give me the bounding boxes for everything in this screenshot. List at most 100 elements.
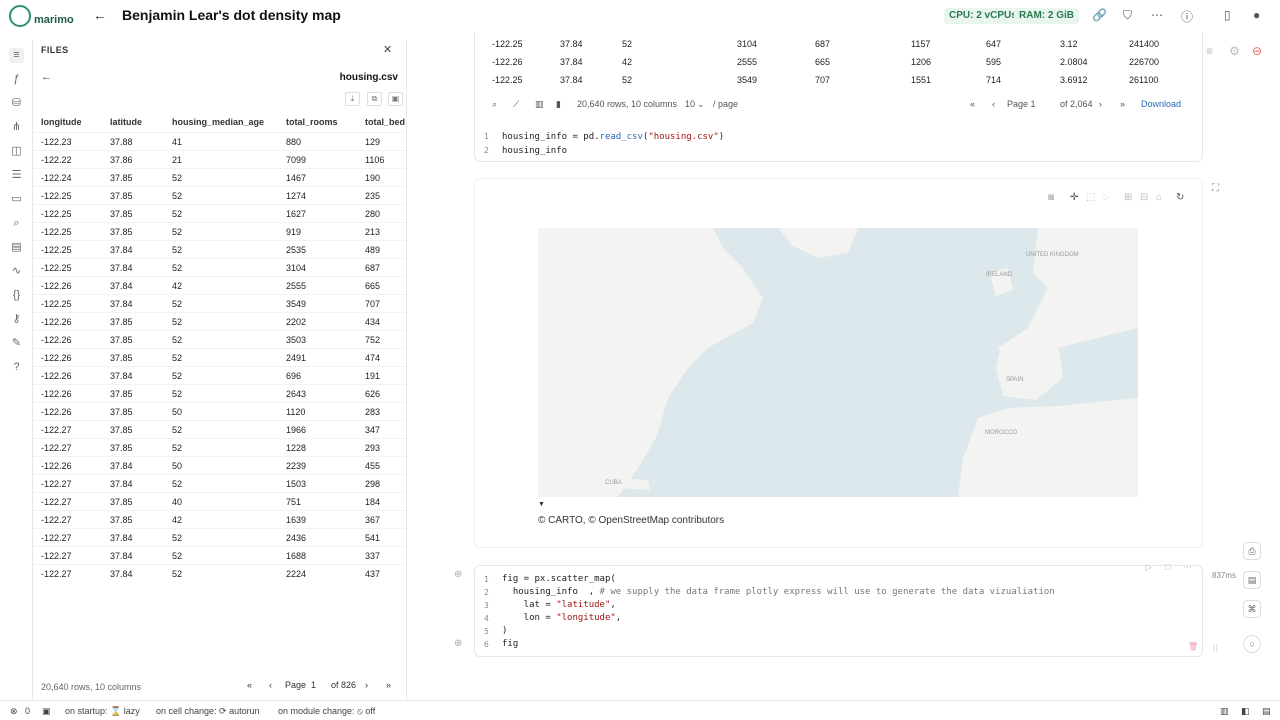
chevron-down-icon[interactable]: ⌄ [697,99,705,110]
table-row[interactable]: -122.26 37.84 52 696 191 [33,366,406,384]
last-page-icon[interactable]: » [1120,99,1125,109]
packages-icon[interactable]: ◫ [9,144,24,159]
page-input[interactable]: 1 [311,680,316,690]
info-icon[interactable]: ⓘ [1181,8,1193,25]
delete-icon[interactable]: ⊖ [1252,44,1262,58]
chat-icon[interactable]: ▭ [9,192,24,207]
stop-icon[interactable]: □ [1165,562,1170,572]
table-row[interactable]: -122.27 37.84 52 1503 298 [33,474,406,492]
bookmark-icon[interactable]: ▯ [1224,8,1231,22]
scratchpad-icon[interactable]: ✎ [9,336,24,351]
save-icon[interactable]: ⎙ [1243,542,1261,560]
column-header[interactable]: longitude [41,117,82,127]
table-row[interactable]: -122.25 37.84 52 3549 707 1551 714 3.6912 261100 [475,72,1204,90]
table-row[interactable]: -122.25 37.84 52 3104 687 [33,258,406,276]
back-arrow-icon[interactable]: ← [93,7,107,23]
column-header[interactable]: latitude [110,117,142,127]
table-row[interactable]: -122.25 37.84 52 3549 707 [33,294,406,312]
table-row[interactable]: -122.26 37.84 42 2555 665 [33,276,406,294]
table-row[interactable]: -122.27 37.85 40 751 184 [33,492,406,510]
sidebar-toggle-icon[interactable]: ▤ [1262,706,1271,717]
close-icon[interactable]: ✕ [383,43,392,56]
help-icon[interactable]: ? [9,360,24,375]
marimo-logo[interactable]: marimo [9,5,74,27]
code-line[interactable]: lat = "latitude", [502,600,616,610]
code-line[interactable]: fig = px.scatter_map( [502,574,616,584]
zoom-out-icon[interactable]: ⊟ [1140,192,1148,203]
table-row[interactable]: -122.26 37.85 52 2491 474 [33,348,406,366]
files-icon[interactable]: ≡ [9,48,24,63]
table-row[interactable]: -122.27 37.85 42 1639 367 [33,510,406,528]
table-row[interactable]: -122.25 37.84 52 2535 489 [33,240,406,258]
table-row[interactable]: -122.26 37.84 50 2239 455 [33,456,406,474]
first-page-icon[interactable]: « [970,99,975,109]
prev-page-icon[interactable]: ‹ [269,680,272,690]
table-row[interactable]: -122.22 37.86 21 7099 1106 [33,150,406,168]
pan-icon[interactable]: ✛ [1070,192,1078,203]
delete-icon[interactable]: 🗑 [1188,642,1198,651]
circle-icon[interactable]: ○ [1243,635,1261,653]
collapse-caret-icon[interactable]: ▼ [538,501,545,508]
code-cell[interactable]: 1 2 3 4 5 6 fig = px.scatter_map( housin… [474,562,1203,657]
table-row[interactable]: -122.26 37.85 50 1120 283 [33,402,406,420]
download-icon[interactable]: ⤓ [345,92,360,106]
column-header[interactable]: total_bed [365,117,405,127]
outline-icon[interactable]: ☰ [9,168,24,183]
reset-icon[interactable]: ↻ [1176,192,1184,203]
run-icon[interactable]: ▷ [1145,562,1152,573]
github-icon[interactable]: ● [1253,8,1260,22]
table-row[interactable]: -122.26 37.85 52 2643 626 [33,384,406,402]
column-header[interactable]: total_rooms [286,117,338,127]
variables-icon[interactable]: ƒ [9,72,24,87]
home-icon[interactable]: ⌂ [1156,192,1162,203]
search-icon[interactable]: ⌕ [492,99,497,110]
box-select-icon[interactable]: ⬚ [1086,192,1095,203]
table-row[interactable]: -122.27 37.85 52 1228 293 [33,438,406,456]
save-icon[interactable]: ▣ [388,92,403,106]
error-icon[interactable]: ⊗ [10,706,18,717]
search-icon[interactable]: ⌕ [9,216,24,231]
per-page-select[interactable]: 10 [685,99,695,109]
startup-setting[interactable]: on startup: ⌛ lazy [65,706,140,717]
code-line[interactable]: fig [502,639,518,649]
prev-page-icon[interactable]: ‹ [992,99,995,109]
table-row[interactable]: -122.27 37.84 52 2224 437 [33,564,406,582]
table-row[interactable]: -122.25 37.85 52 919 213 [33,222,406,240]
secrets-icon[interactable]: ⚷ [9,312,24,327]
table-row[interactable]: -122.25 37.85 52 1627 280 [33,204,406,222]
fullscreen-icon[interactable]: ⛶ [1212,183,1219,194]
download-button[interactable]: Download [1141,99,1181,109]
copy-icon[interactable]: ⧉ [367,92,382,106]
table-row[interactable]: -122.27 37.84 52 2436 541 [33,528,406,546]
code-line[interactable]: lon = "longitude", [502,613,622,623]
book-icon[interactable]: ▥ [1220,706,1229,717]
column-header[interactable]: housing_median_age [172,117,264,127]
settings-icon[interactable]: ⚙ [1229,44,1240,58]
notebook-title[interactable]: Benjamin Lear's dot density map [122,7,341,23]
columns-icon[interactable]: ▥ [535,99,544,110]
layout-icon[interactable]: ▤ [1243,571,1261,589]
split-icon[interactable]: ◧ [1241,706,1250,717]
add-cell-icon[interactable]: ⊕ [454,638,462,649]
code-line[interactable]: housing_info = pd.read_csv("housing.csv"… [502,132,724,142]
shield-icon[interactable]: ⛉ [1123,8,1132,23]
terminal-icon[interactable]: ▣ [42,706,51,717]
back-icon[interactable]: ← [41,71,52,83]
menu-icon[interactable]: ≡ [1206,44,1213,58]
more-icon[interactable]: ⋯ [1151,8,1163,22]
module-change-setting[interactable]: on module change: ⦸ off [278,706,375,717]
lasso-icon[interactable]: ◌ [1102,192,1108,203]
table-row[interactable]: -122.26 37.84 42 2555 665 1206 595 2.0804 226700 [475,54,1204,72]
code-line[interactable]: ) [502,626,507,636]
more-icon[interactable]: ⋯ [1183,562,1192,573]
database-icon[interactable]: ⛁ [9,96,24,111]
table-row[interactable]: -122.27 37.84 52 1688 337 [33,546,406,564]
camera-icon[interactable]: ◙ [1048,192,1054,203]
next-page-icon[interactable]: › [365,680,368,690]
add-cell-icon[interactable]: ⊕ [454,569,462,580]
table-row[interactable]: -122.26 37.85 52 3503 752 [33,330,406,348]
zoom-in-icon[interactable]: ⊞ [1124,192,1132,203]
table-row[interactable]: -122.24 37.85 52 1467 190 [33,168,406,186]
table-row[interactable]: -122.25 37.85 52 1274 235 [33,186,406,204]
table-row[interactable]: -122.27 37.85 52 1966 347 [33,420,406,438]
